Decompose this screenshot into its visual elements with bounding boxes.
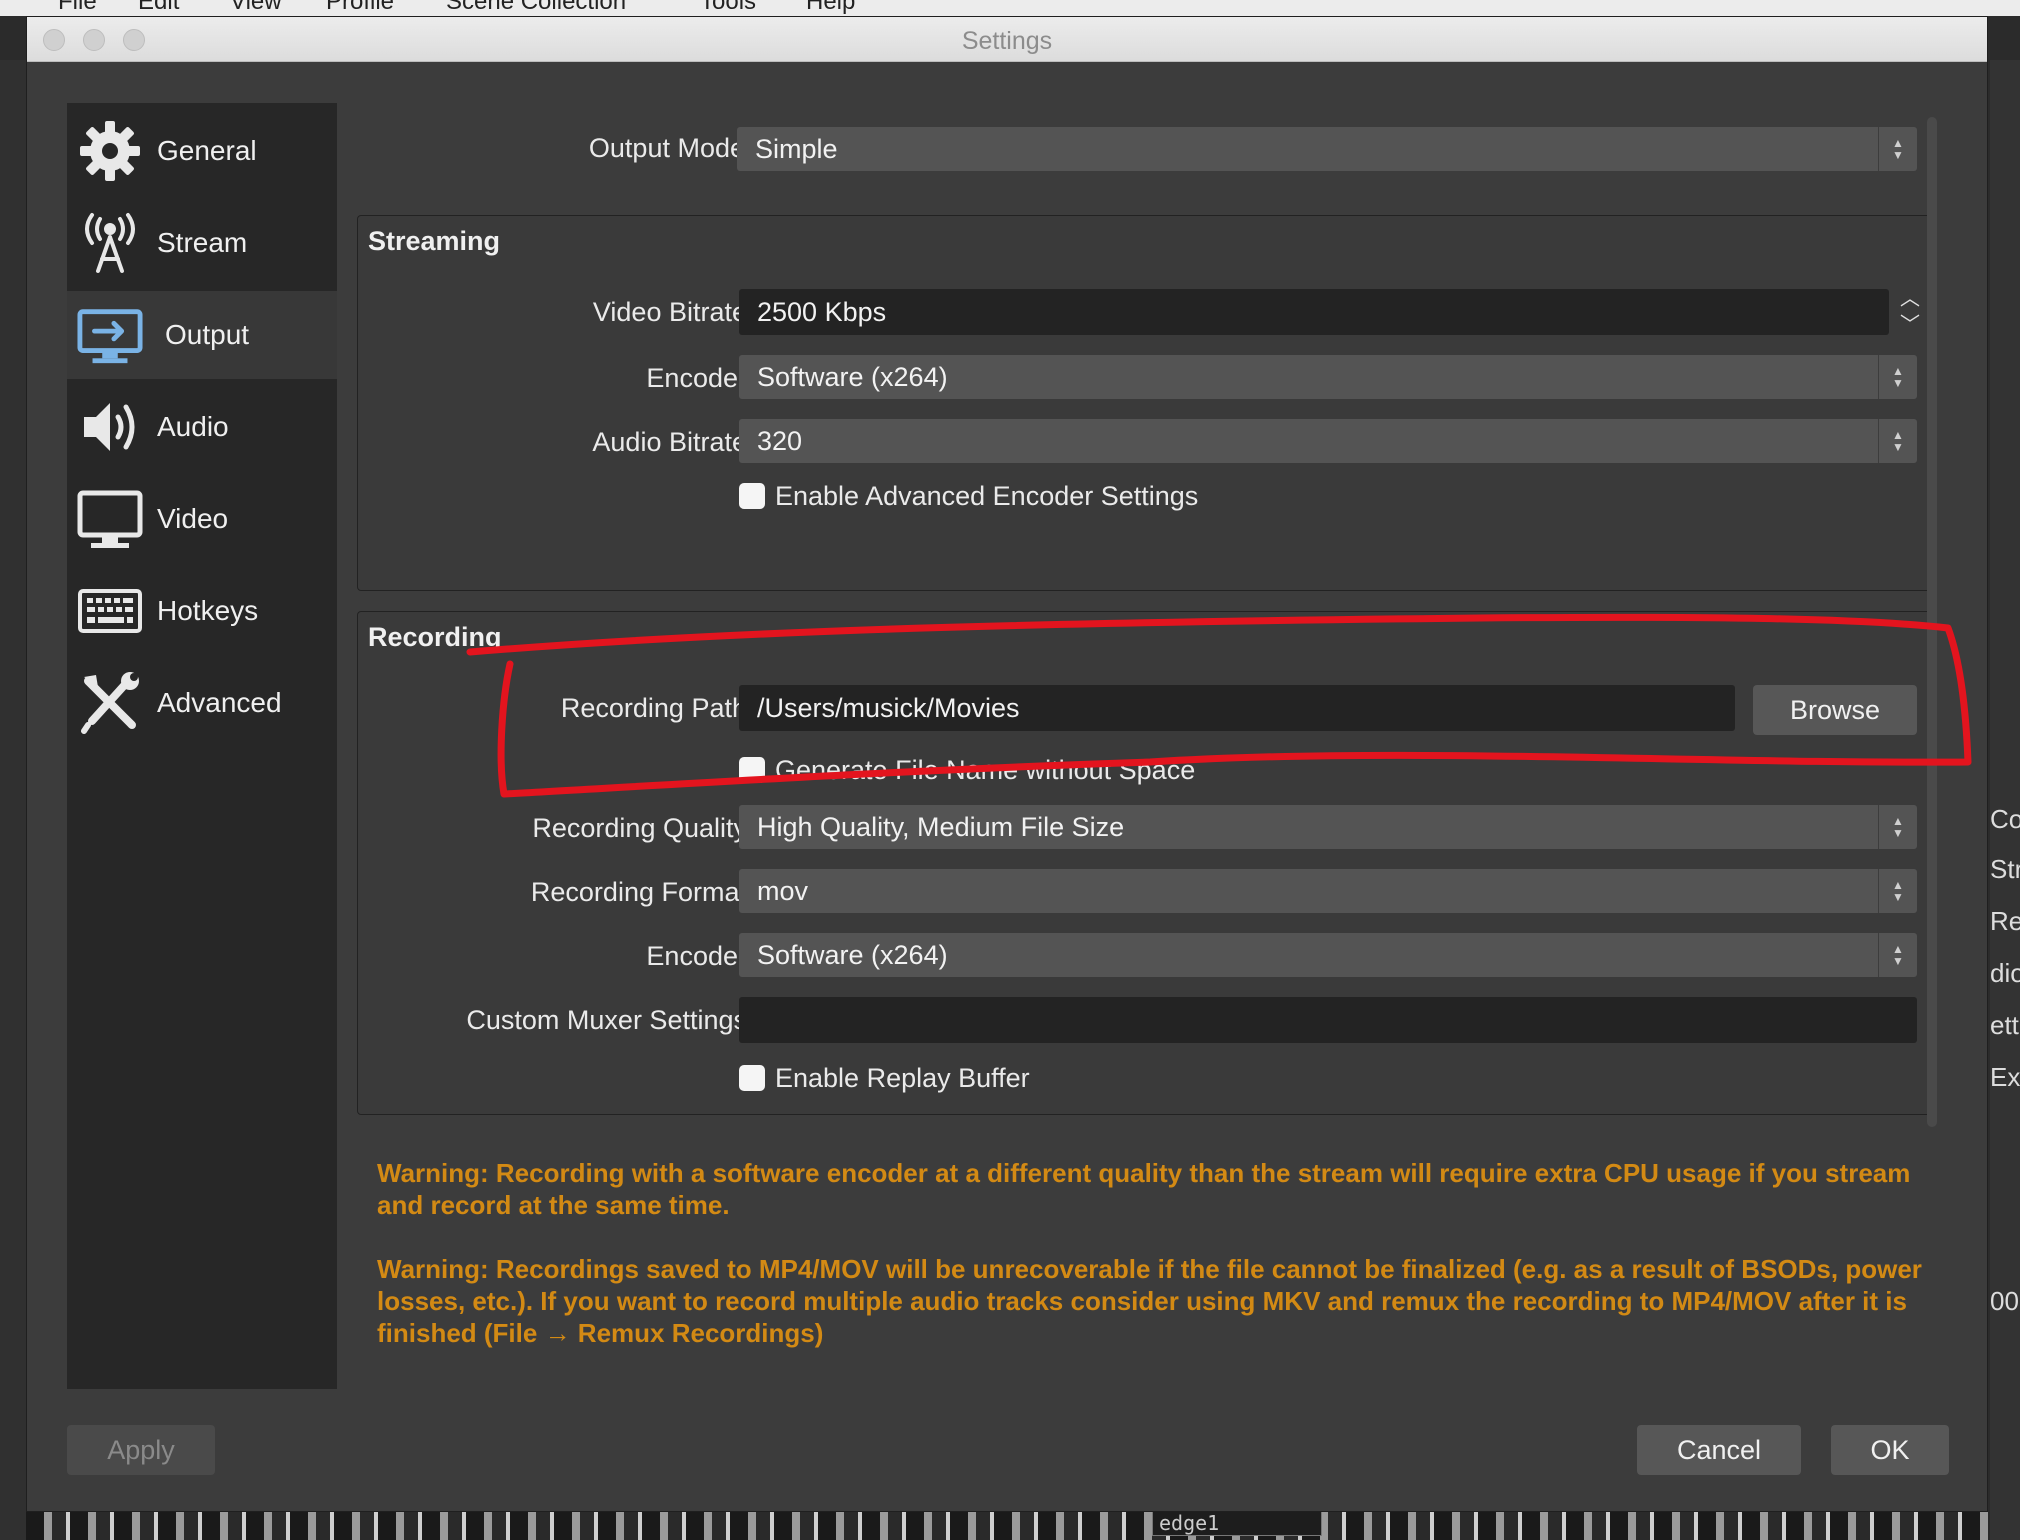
output-mode-value: Simple	[755, 133, 838, 164]
filename-without-space-label[interactable]: Generate File Name without Space	[775, 755, 1195, 786]
settings-window: Settings General Stream Output Audio Vid…	[26, 16, 1988, 1512]
sidebar-item-label: Output	[165, 319, 250, 350]
filename-without-space-checkbox[interactable]	[739, 757, 765, 783]
menu-tools[interactable]: Tools	[700, 0, 756, 16]
sidebar-item-label: Advanced	[157, 687, 282, 718]
recording-quality-label: Recording Quality	[532, 813, 747, 843]
cancel-button[interactable]: Cancel	[1637, 1425, 1801, 1475]
recording-path-label: Recording Path	[560, 693, 747, 723]
custom-muxer-label: Custom Muxer Settings	[466, 1005, 747, 1035]
audio-bitrate-value: 320	[757, 425, 803, 456]
streaming-group: Streaming	[357, 215, 1937, 591]
background-left-panel	[0, 60, 26, 1540]
background-label: Str	[1990, 854, 2020, 884]
stream-encoder-label: Encoder	[646, 363, 747, 393]
menu-edit[interactable]: Edit	[138, 0, 179, 16]
sidebar-item-hotkeys[interactable]: Hotkeys	[67, 567, 337, 655]
ok-button[interactable]: OK	[1831, 1425, 1949, 1475]
edge-tag: edge1	[1152, 1510, 1322, 1536]
recording-format-select[interactable]: mov ▲ ▼	[739, 869, 1917, 913]
video-bitrate-stepper[interactable]: ︿ ﹀	[1891, 289, 1929, 335]
window-titlebar: Settings	[27, 17, 1987, 62]
output-mode-select[interactable]: Simple ▲ ▼	[737, 127, 1917, 171]
antenna-icon	[77, 210, 143, 276]
settings-sidebar: General Stream Output Audio Video Hotkey…	[67, 103, 337, 1389]
recording-path-input[interactable]: /Users/musick/Movies	[739, 685, 1735, 731]
recording-encoder-value: Software (x264)	[757, 939, 948, 970]
sidebar-item-audio[interactable]: Audio	[67, 383, 337, 471]
audio-bitrate-label: Audio Bitrate	[592, 427, 747, 457]
background-label: etti	[1990, 1010, 2020, 1040]
replay-buffer-checkbox[interactable]	[739, 1065, 765, 1091]
sidebar-item-label: Stream	[157, 227, 248, 258]
advanced-encoder-label[interactable]: Enable Advanced Encoder Settings	[775, 481, 1198, 512]
background-label: Cor	[1990, 804, 2020, 834]
background-right-panel: Cor Str Rec dio etti Ex 00 f	[1990, 60, 2020, 1540]
menu-view[interactable]: View	[230, 0, 282, 16]
custom-muxer-input[interactable]	[739, 997, 1917, 1043]
menu-profile[interactable]: Profile	[326, 0, 394, 16]
apply-button[interactable]: Apply	[67, 1425, 215, 1475]
keyboard-icon	[77, 578, 143, 644]
video-bitrate-input[interactable]: 2500 Kbps	[739, 289, 1889, 335]
chevron-updown-icon: ▲ ▼	[1878, 805, 1917, 849]
settings-scrollbar[interactable]	[1927, 117, 1937, 1127]
background-label: Ex	[1990, 1062, 2020, 1092]
background-label: 00 f	[1990, 1286, 2020, 1316]
sidebar-item-label: General	[157, 135, 257, 166]
sidebar-item-video[interactable]: Video	[67, 475, 337, 563]
recording-path-value: /Users/musick/Movies	[757, 692, 1020, 723]
stream-encoder-select[interactable]: Software (x264) ▲ ▼	[739, 355, 1917, 399]
recording-group-title: Recording	[368, 622, 502, 652]
audio-bitrate-select[interactable]: 320 ▲ ▼	[739, 419, 1917, 463]
background-label: dio	[1990, 958, 2020, 988]
replay-buffer-label[interactable]: Enable Replay Buffer	[775, 1063, 1030, 1094]
software-encoder-warning: Warning: Recording with a software encod…	[377, 1158, 1911, 1220]
chevron-updown-icon: ▲ ▼	[1878, 869, 1917, 913]
gear-icon	[77, 118, 143, 184]
monitor-output-icon	[77, 302, 143, 368]
chevron-updown-icon: ▲ ▼	[1878, 127, 1917, 171]
chevron-updown-icon: ▲ ▼	[1878, 419, 1917, 463]
menu-help[interactable]: Help	[806, 0, 855, 16]
tools-icon	[77, 670, 143, 736]
video-bitrate-value: 2500 Kbps	[757, 296, 887, 327]
menu-scene-collection[interactable]: Scene Collection	[446, 0, 626, 16]
advanced-encoder-checkbox[interactable]	[739, 483, 765, 509]
speaker-icon	[77, 394, 143, 460]
video-bitrate-label: Video Bitrate	[592, 297, 747, 327]
recording-format-value: mov	[757, 875, 809, 906]
sidebar-item-general[interactable]: General	[67, 107, 337, 195]
streaming-group-title: Streaming	[368, 226, 501, 256]
background-label: Rec	[1990, 906, 2020, 936]
mp4-mov-warning: Warning: Recordings saved to MP4/MOV wil…	[377, 1254, 1922, 1348]
window-title: Settings	[961, 27, 1053, 55]
recording-encoder-select[interactable]: Software (x264) ▲ ▼	[739, 933, 1917, 977]
chevron-updown-icon: ▲ ▼	[1878, 933, 1917, 977]
sidebar-item-output[interactable]: Output	[67, 291, 337, 379]
chevron-updown-icon: ▲ ▼	[1878, 355, 1917, 399]
sidebar-item-label: Audio	[157, 411, 229, 442]
chevron-up-icon[interactable]: ︿	[1900, 289, 1920, 309]
recording-quality-select[interactable]: High Quality, Medium File Size ▲ ▼	[739, 805, 1917, 849]
app-menubar: File Edit View Profile Scene Collection …	[0, 0, 2020, 16]
recording-encoder-label: Encoder	[646, 941, 747, 971]
sidebar-item-label: Hotkeys	[157, 595, 259, 626]
sidebar-item-stream[interactable]: Stream	[67, 199, 337, 287]
browse-button[interactable]: Browse	[1753, 685, 1917, 735]
display-icon	[77, 486, 143, 552]
menu-file[interactable]: File	[58, 0, 97, 16]
chevron-down-icon[interactable]: ﹀	[1900, 315, 1920, 335]
sidebar-item-label: Video	[157, 503, 229, 534]
output-mode-label: Output Mode	[588, 133, 745, 163]
recording-quality-value: High Quality, Medium File Size	[757, 811, 1125, 842]
stream-encoder-value: Software (x264)	[757, 361, 948, 392]
sidebar-item-advanced[interactable]: Advanced	[67, 659, 337, 747]
background-preview-strip	[26, 1512, 1990, 1540]
recording-format-label: Recording Format	[530, 877, 747, 907]
